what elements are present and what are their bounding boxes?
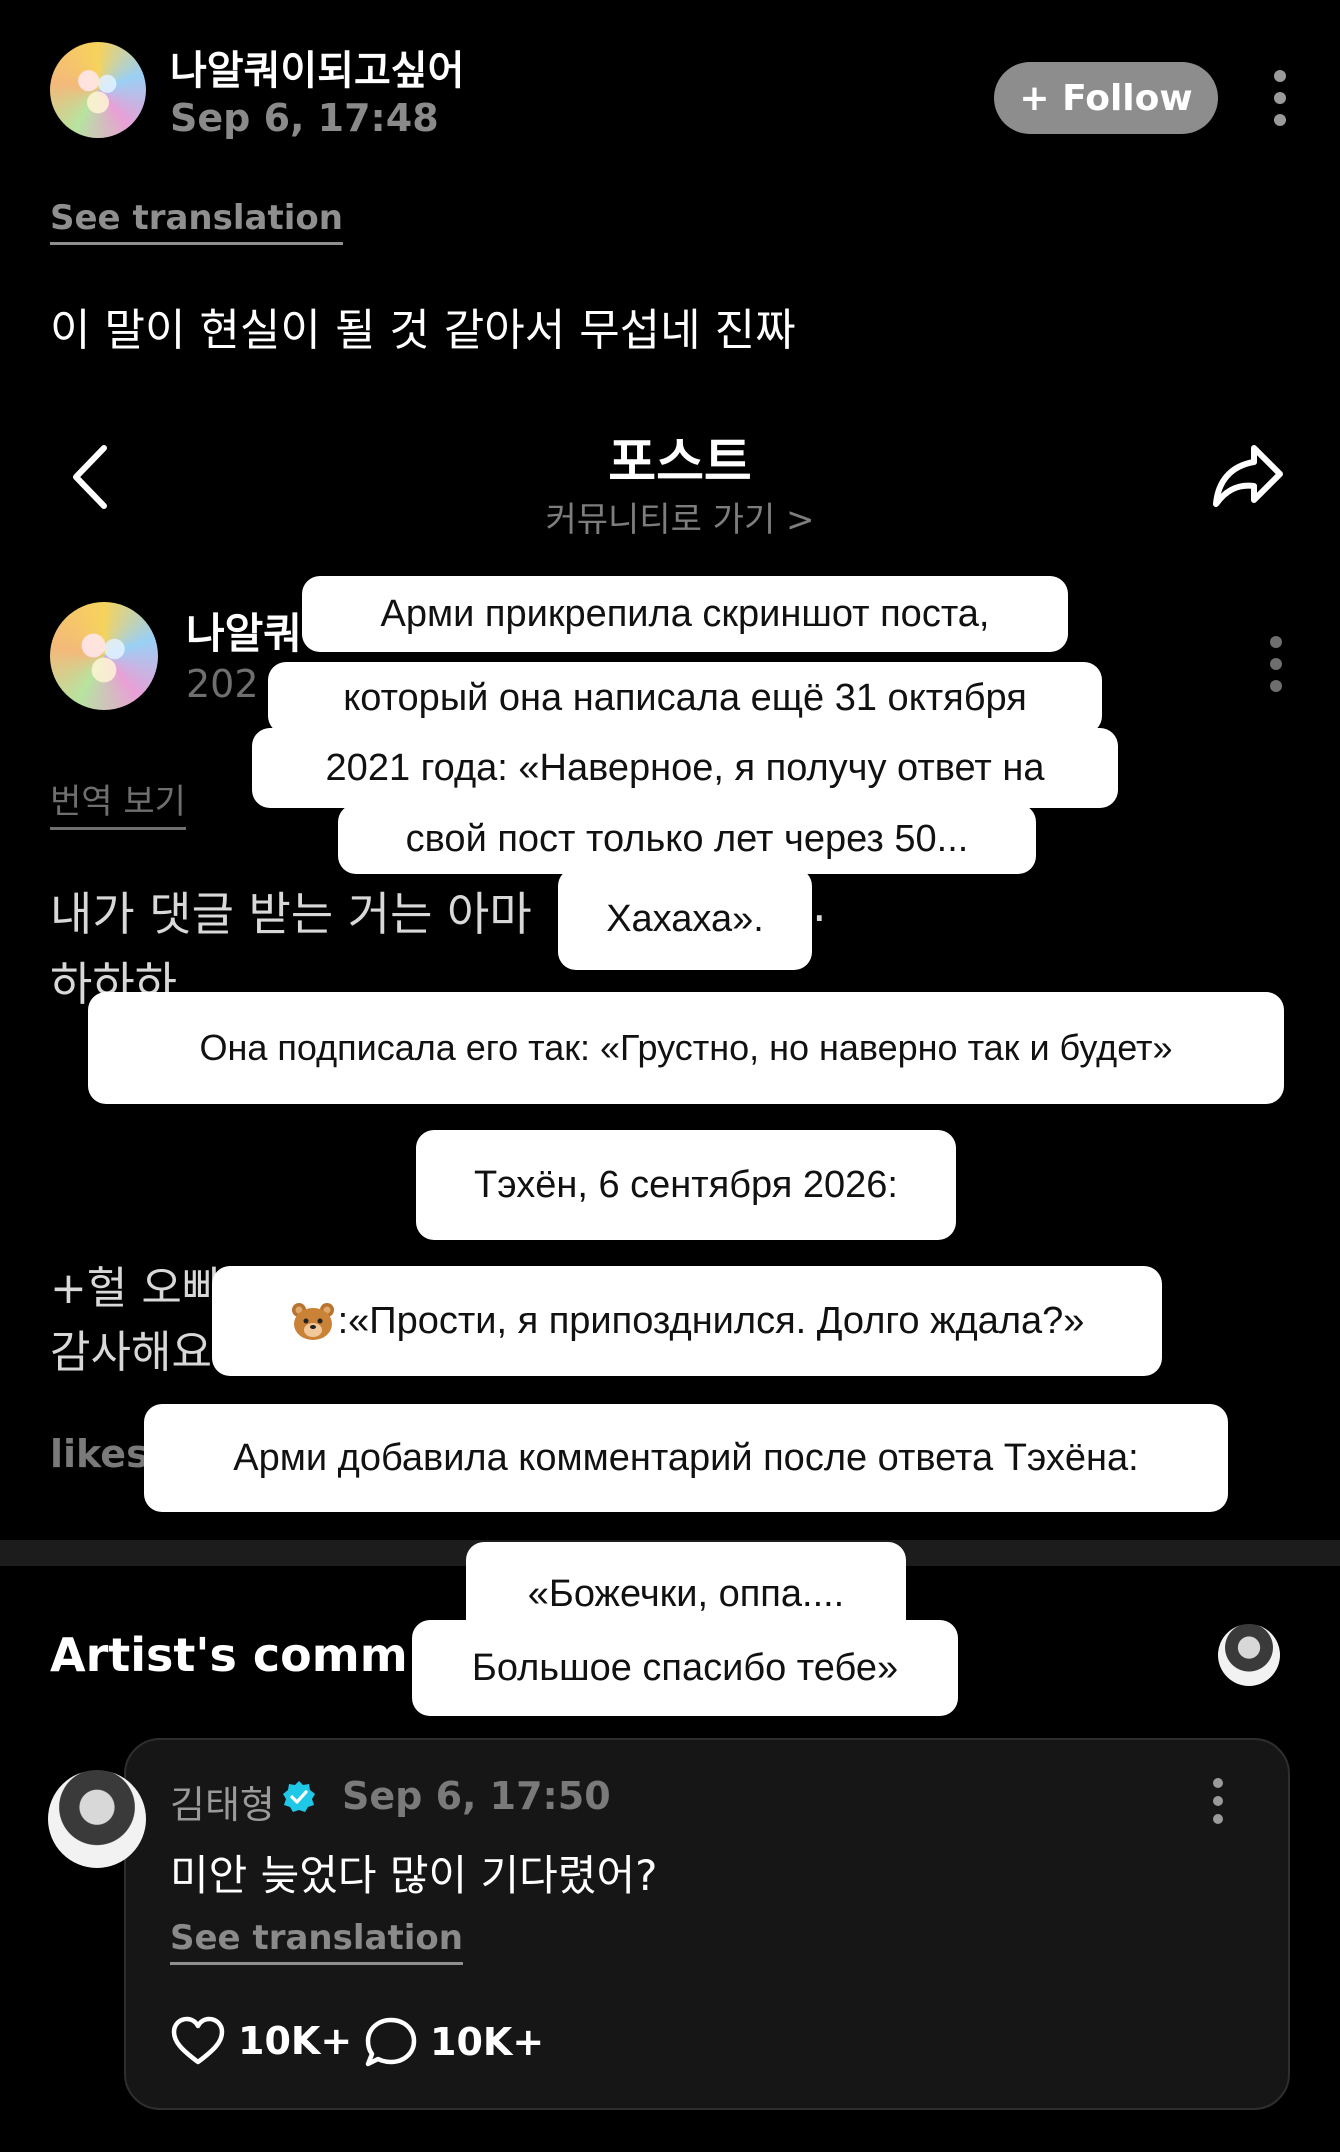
caption-1-line-2: который она написала ещё 31 октября	[268, 662, 1102, 734]
caption-1-line-5: Хахаха».	[558, 868, 812, 970]
embedded-text-line1: 내가 댓글 받는 거는 아마	[50, 887, 532, 941]
caption-2-text: Она подписала его так: «Грустно, но наве…	[199, 1027, 1173, 1068]
embedded-edit-line2: 감사해요	[50, 1327, 212, 1378]
embedded-translate-link: 번역 보기	[50, 774, 186, 830]
comment-more-icon[interactable]	[1210, 1778, 1226, 1824]
caption-5-text: Арми добавила комментарий после ответа Т…	[233, 1437, 1139, 1479]
author-avatar[interactable]	[50, 42, 146, 138]
share-icon[interactable]	[1210, 440, 1286, 512]
embedded-author-avatar	[50, 602, 158, 710]
embedded-more-icon	[1268, 636, 1284, 692]
post-text: 이 말이 현실이 될 것 같아서 무섭네 진짜	[50, 305, 796, 356]
comment-bubble-icon	[364, 2016, 418, 2068]
post-author-name[interactable]: 나알쿼이되고싶어	[170, 38, 464, 96]
caption-1-line-2-text: который она написала ещё 31 октября	[343, 677, 1027, 719]
caption-1-line-3: 2021 года: «Наверное, я получу ответ на	[252, 728, 1118, 808]
caption-1-line-4: свой пост только лет через 50...	[338, 804, 1036, 874]
embedded-text-line1-tail: .	[812, 878, 827, 932]
comment-see-translation[interactable]: See translation	[170, 1918, 463, 1965]
embedded-edit-line1: +헐 오빠	[50, 1263, 223, 1314]
bear-emoji-icon	[290, 1301, 336, 1341]
comment-text: 미안 늦었다 많이 기다렸어?	[170, 1851, 658, 1900]
caption-1-line-3-text: 2021 года: «Наверное, я получу ответ на	[325, 747, 1045, 789]
artist-avatar-small[interactable]	[1218, 1624, 1280, 1686]
embedded-author-name: 나알쿼	[186, 609, 302, 658]
artist-comments-title: Artist's comm	[50, 1628, 408, 1682]
reply-button[interactable]: 10K+	[364, 2016, 544, 2068]
see-translation-link[interactable]: See translation	[50, 198, 343, 245]
caption-2: Она подписала его так: «Грустно, но наве…	[88, 992, 1284, 1104]
post-timestamp: Sep 6, 17:48	[170, 96, 439, 140]
caption-1-line-5-text: Хахаха».	[606, 898, 764, 940]
embedded-year: 202	[186, 662, 259, 706]
caption-3: Тэхён, 6 сентября 2026:	[416, 1130, 956, 1240]
caption-6-line-2: Большое спасибо тебе»	[412, 1620, 958, 1716]
commenter-name[interactable]: 김태형	[170, 1774, 275, 1829]
follow-button[interactable]: + Follow	[994, 62, 1218, 134]
verified-badge-icon	[282, 1780, 316, 1814]
post-more-icon[interactable]	[1272, 70, 1288, 126]
embedded-likes-label: likes	[50, 1432, 149, 1476]
caption-1-line-1: Арми прикрепила скриншот поста,	[302, 576, 1068, 652]
caption-4-text: :«Прости, я припозднился. Долго ждала?»	[337, 1300, 1085, 1342]
caption-6-line-1-text: «Божечки, оппа....	[527, 1573, 845, 1615]
embedded-nav-subtitle[interactable]: 커뮤니티로 가기 >	[470, 492, 890, 541]
caption-4: :«Прости, я припозднился. Долго ждала?»	[212, 1266, 1162, 1376]
like-button[interactable]: 10K+	[170, 2016, 352, 2066]
comment-timestamp: Sep 6, 17:50	[342, 1774, 611, 1818]
caption-5: Арми добавила комментарий после ответа Т…	[144, 1404, 1228, 1512]
commenter-avatar[interactable]	[48, 1770, 146, 1868]
caption-1-line-1-text: Арми прикрепила скриншот поста,	[380, 593, 990, 635]
heart-icon	[170, 2016, 226, 2066]
caption-1-line-4-text: свой пост только лет через 50...	[405, 818, 969, 860]
caption-3-text: Тэхён, 6 сентября 2026:	[474, 1164, 898, 1206]
caption-6-line-2-text: Большое спасибо тебе»	[471, 1647, 899, 1689]
embedded-nav-title: 포스트	[608, 433, 752, 493]
back-icon[interactable]	[66, 442, 116, 512]
like-count: 10K+	[238, 2019, 353, 2063]
follow-label: + Follow	[1019, 77, 1193, 119]
reply-count: 10K+	[430, 2020, 545, 2064]
